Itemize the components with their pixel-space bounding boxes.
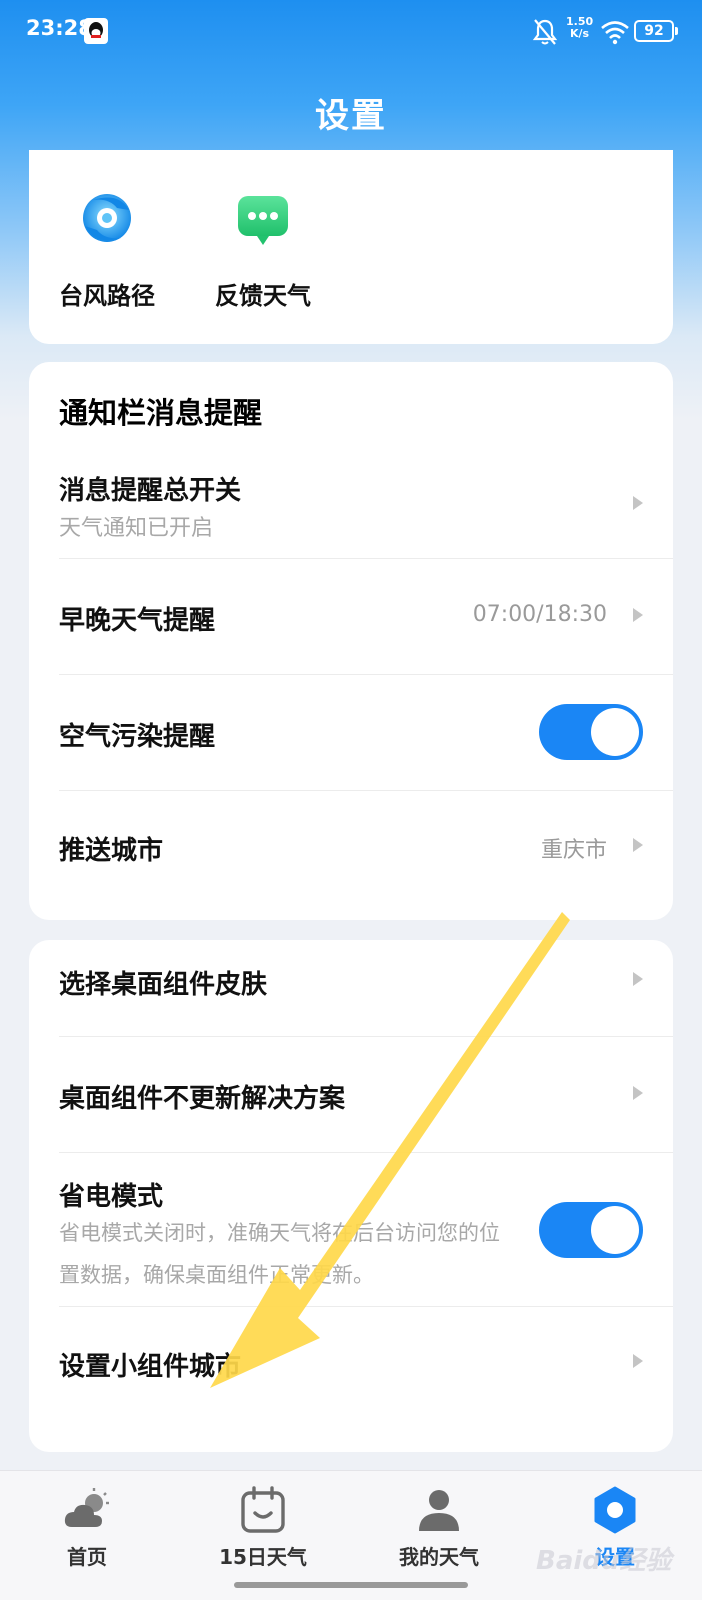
row-label: 消息提醒总开关	[59, 476, 242, 506]
section-title-notifications: 通知栏消息提醒	[59, 396, 263, 430]
power-saving-description: 省电模式关闭时，准确天气将在后台访问您的位置数据，确保桌面组件正常更新。	[59, 1221, 500, 1287]
row-label: 推送城市	[59, 836, 164, 866]
feedback-weather-button[interactable]: 反馈天气	[203, 190, 323, 311]
chevron-right-icon	[633, 496, 643, 510]
settings-hexagon-icon	[594, 1486, 636, 1534]
row-label: 桌面组件不更新解决方案	[59, 1084, 346, 1114]
power-saving-toggle[interactable]	[539, 1202, 643, 1258]
notification-off-icon	[532, 19, 558, 45]
toggle-knob	[591, 708, 639, 756]
network-speed: 1.50 K/s	[566, 16, 593, 40]
settings-row-power-saving-mode: 省电模式 省电模式关闭时，准确天气将在后台访问您的位置数据，确保桌面组件正常更新…	[29, 1152, 673, 1306]
settings-row-message-master-switch[interactable]: 消息提醒总开关 天气通知已开启	[29, 452, 673, 558]
nav-15-day-weather[interactable]: 15日天气	[198, 1485, 328, 1570]
network-speed-unit: K/s	[570, 27, 590, 40]
bottom-navigation: 首页 15日天气 我的天气 设置	[0, 1470, 702, 1600]
nav-home[interactable]: 首页	[22, 1485, 152, 1570]
status-time: 23:28	[26, 16, 93, 40]
typhoon-path-button[interactable]: 台风路径	[47, 190, 167, 311]
calendar-icon	[241, 1486, 285, 1533]
typhoon-icon	[83, 194, 131, 242]
settings-row-air-pollution-reminder: 空气污染提醒	[29, 674, 673, 790]
nav-my-weather[interactable]: 我的天气	[374, 1485, 504, 1570]
wifi-icon	[601, 21, 629, 45]
qq-icon	[84, 18, 108, 44]
settings-row-push-city[interactable]: 推送城市 重庆市	[29, 790, 673, 906]
nav-label: 15日天气	[219, 1545, 307, 1569]
chevron-right-icon	[633, 838, 643, 852]
chevron-right-icon	[633, 1354, 643, 1368]
person-icon	[419, 1490, 459, 1531]
battery-indicator: 92	[634, 20, 678, 42]
settings-row-morning-evening-reminder[interactable]: 早晚天气提醒 07:00/18:30	[29, 558, 673, 674]
page-title: 设置	[315, 96, 387, 136]
row-label: 选择桌面组件皮肤	[59, 970, 268, 1000]
row-value-time: 07:00/18:30	[472, 602, 607, 627]
chevron-right-icon	[633, 608, 643, 622]
tools-card: 台风路径 反馈天气	[29, 150, 673, 344]
widget-settings-card: 选择桌面组件皮肤 桌面组件不更新解决方案 省电模式 省电模式关闭时，准确天气将在…	[29, 940, 673, 1452]
settings-row-widget-city[interactable]: 设置小组件城市	[29, 1306, 673, 1422]
watermark: Baidu经验	[536, 1546, 672, 1576]
nav-label: 首页	[67, 1545, 107, 1569]
chevron-right-icon	[633, 972, 643, 986]
row-value-city: 重庆市	[540, 838, 607, 863]
row-label: 早晚天气提醒	[59, 606, 216, 636]
typhoon-path-label: 台风路径	[59, 282, 155, 310]
chat-bubble-icon	[238, 196, 288, 245]
chevron-right-icon	[633, 1086, 643, 1100]
row-subtitle: 天气通知已开启	[59, 516, 214, 541]
air-pollution-toggle[interactable]	[539, 704, 643, 760]
row-label: 设置小组件城市	[59, 1352, 242, 1382]
nav-label: 我的天气	[399, 1545, 479, 1569]
toggle-knob	[591, 1206, 639, 1254]
settings-row-widget-not-updating[interactable]: 桌面组件不更新解决方案	[29, 1036, 673, 1152]
row-label: 空气污染提醒	[59, 722, 216, 752]
status-bar: 23:28 1.50 K/s 92	[0, 0, 702, 64]
feedback-weather-label: 反馈天气	[215, 282, 311, 310]
row-label: 省电模式	[59, 1182, 164, 1212]
notification-settings-card: 通知栏消息提醒 消息提醒总开关 天气通知已开启 早晚天气提醒 07:00/18:…	[29, 362, 673, 920]
cloud-sun-icon	[64, 1488, 109, 1527]
home-indicator[interactable]	[234, 1582, 468, 1588]
